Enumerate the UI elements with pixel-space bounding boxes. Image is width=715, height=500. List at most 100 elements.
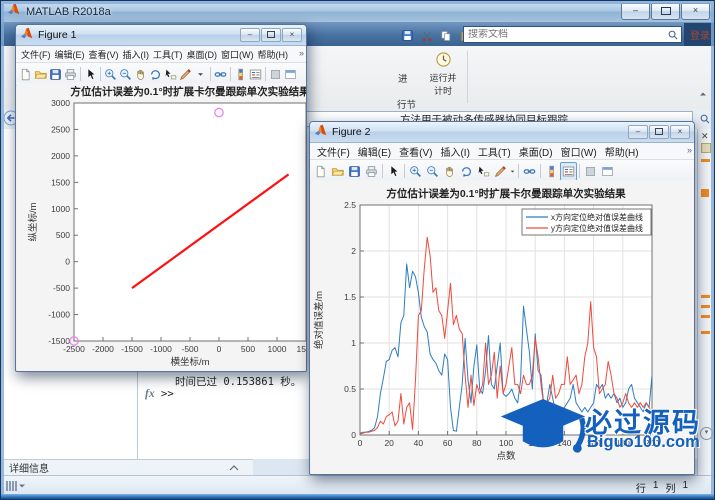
data-cursor-icon[interactable] [475,162,492,181]
zoom-in-icon[interactable] [103,65,118,84]
scroll-message-icon[interactable]: ▾ [700,427,713,440]
close-button[interactable]: × [670,125,690,139]
brush-icon[interactable] [178,65,193,84]
cursor-icon[interactable] [385,162,402,181]
figure1-title: Figure 1 [38,29,77,41]
maximize-button[interactable] [261,28,281,42]
figure-logo-icon [20,26,34,45]
minimize-button[interactable]: – [628,125,648,139]
run-and-time-button[interactable]: 运行并 计时 [424,49,462,104]
figure1-titlebar[interactable]: Figure 1 – × [16,25,306,46]
toolbar-separator [210,67,211,81]
menu-item-7[interactable]: 帮助(H) [256,48,291,61]
copy-icon[interactable] [437,26,454,45]
search-icon[interactable] [665,27,681,42]
pan-icon[interactable] [441,162,458,181]
editor-close-icon[interactable]: ✕ [701,131,709,142]
zoom-out-icon[interactable] [424,162,441,181]
cursor-icon[interactable] [83,65,98,84]
ribbon-collapse-icon[interactable] [698,86,710,98]
details-panel-header[interactable]: 详细信息 [1,459,253,476]
minimize-button[interactable]: – [621,3,650,20]
warning-mark[interactable] [701,159,710,162]
warning-square[interactable] [701,189,709,197]
rotate-3d-icon[interactable] [148,65,163,84]
menu-item-5[interactable]: 桌面(D) [185,48,220,61]
colorbar-icon[interactable] [543,162,560,181]
menu-item-1[interactable]: 编辑(E) [354,144,395,159]
ribbon-advance-label[interactable]: 进 [398,71,408,85]
dock-small-icon[interactable] [268,65,283,84]
statusbar-grip[interactable] [6,481,26,491]
brush-icon[interactable] [492,162,509,181]
warning-mark[interactable] [701,315,710,318]
svg-text:y方向定位绝对值误差曲线: y方向定位绝对值误差曲线 [551,223,643,233]
analyzer-status-square[interactable] [701,143,711,153]
legend-icon[interactable] [560,161,577,181]
toolbar-separator [540,164,541,178]
print-icon[interactable] [63,65,78,84]
colorbar-icon[interactable] [233,65,248,84]
figure2-titlebar[interactable]: Figure 2 – × [310,122,694,143]
menu-item-0[interactable]: 文件(F) [19,48,53,61]
menu-item-1[interactable]: 编辑(E) [53,48,87,61]
menu-item-6[interactable]: 窗口(W) [557,144,601,159]
collapse-chevron-icon[interactable] [229,459,239,477]
print-icon[interactable] [363,162,380,181]
open-folder-icon[interactable] [33,65,48,84]
search-input[interactable] [464,29,665,40]
cut-icon[interactable] [418,26,435,45]
warning-mark[interactable] [701,295,710,298]
signin-link[interactable]: 登录 [690,27,710,42]
pan-icon[interactable] [133,65,148,84]
save-icon[interactable] [346,162,363,181]
caret-icon[interactable] [193,65,208,84]
menu-item-6[interactable]: 窗口(W) [219,48,256,61]
data-cursor-icon[interactable] [163,65,178,84]
legend-icon[interactable] [248,65,263,84]
doc-search-box[interactable] [463,26,682,43]
warning-mark[interactable] [701,331,710,334]
menu-item-3[interactable]: 插入(I) [436,144,473,159]
toolbar-separator [100,67,101,81]
rotate-3d-icon[interactable] [458,162,475,181]
new-doc-icon[interactable] [18,65,33,84]
svg-text:-1500: -1500 [48,336,70,346]
figure2-plot-area: 0 20 40 60 80 100 120 140 160 180 200 0 0.5 1 1.5 2 2.5 方… [311,180,694,474]
save-icon[interactable] [399,26,416,45]
menu-overflow-icon[interactable]: » [299,48,304,58]
minimize-button[interactable]: – [240,28,260,42]
menu-item-4[interactable]: 工具(T) [151,48,185,61]
dock-small-icon[interactable] [582,162,599,181]
maximize-button[interactable] [651,3,680,20]
close-button[interactable]: × [681,3,710,20]
svg-text:3000: 3000 [51,98,70,108]
menu-overflow-icon[interactable]: » [687,145,692,155]
menu-item-4[interactable]: 工具(T) [474,144,515,159]
dock-large-icon[interactable] [599,162,616,181]
folder-search-icon[interactable] [697,111,713,127]
menu-item-3[interactable]: 插入(I) [121,48,152,61]
menu-item-0[interactable]: 文件(F) [313,144,354,159]
maximize-button[interactable] [649,125,669,139]
close-button[interactable]: × [282,28,302,42]
dock-large-icon[interactable] [283,65,298,84]
command-prompt[interactable]: >> [161,388,174,400]
warning-mark[interactable] [701,305,710,308]
zoom-out-icon[interactable] [118,65,133,84]
svg-text:0.5: 0.5 [344,384,356,394]
save-icon[interactable] [48,65,63,84]
zoom-in-icon[interactable] [407,162,424,181]
menu-item-2[interactable]: 查看(V) [395,144,436,159]
menu-item-7[interactable]: 帮助(H) [601,144,643,159]
col-label: 列 [665,484,676,495]
new-doc-icon[interactable] [312,162,329,181]
link-plots-icon[interactable] [521,162,538,181]
link-plots-icon[interactable] [213,65,228,84]
menu-item-2[interactable]: 查看(V) [87,48,121,61]
caret-icon[interactable] [509,162,516,181]
menu-item-5[interactable]: 桌面(D) [515,144,557,159]
open-folder-icon[interactable] [329,162,346,181]
window-controls: – × [620,3,710,20]
toolbar-separator [404,164,405,178]
